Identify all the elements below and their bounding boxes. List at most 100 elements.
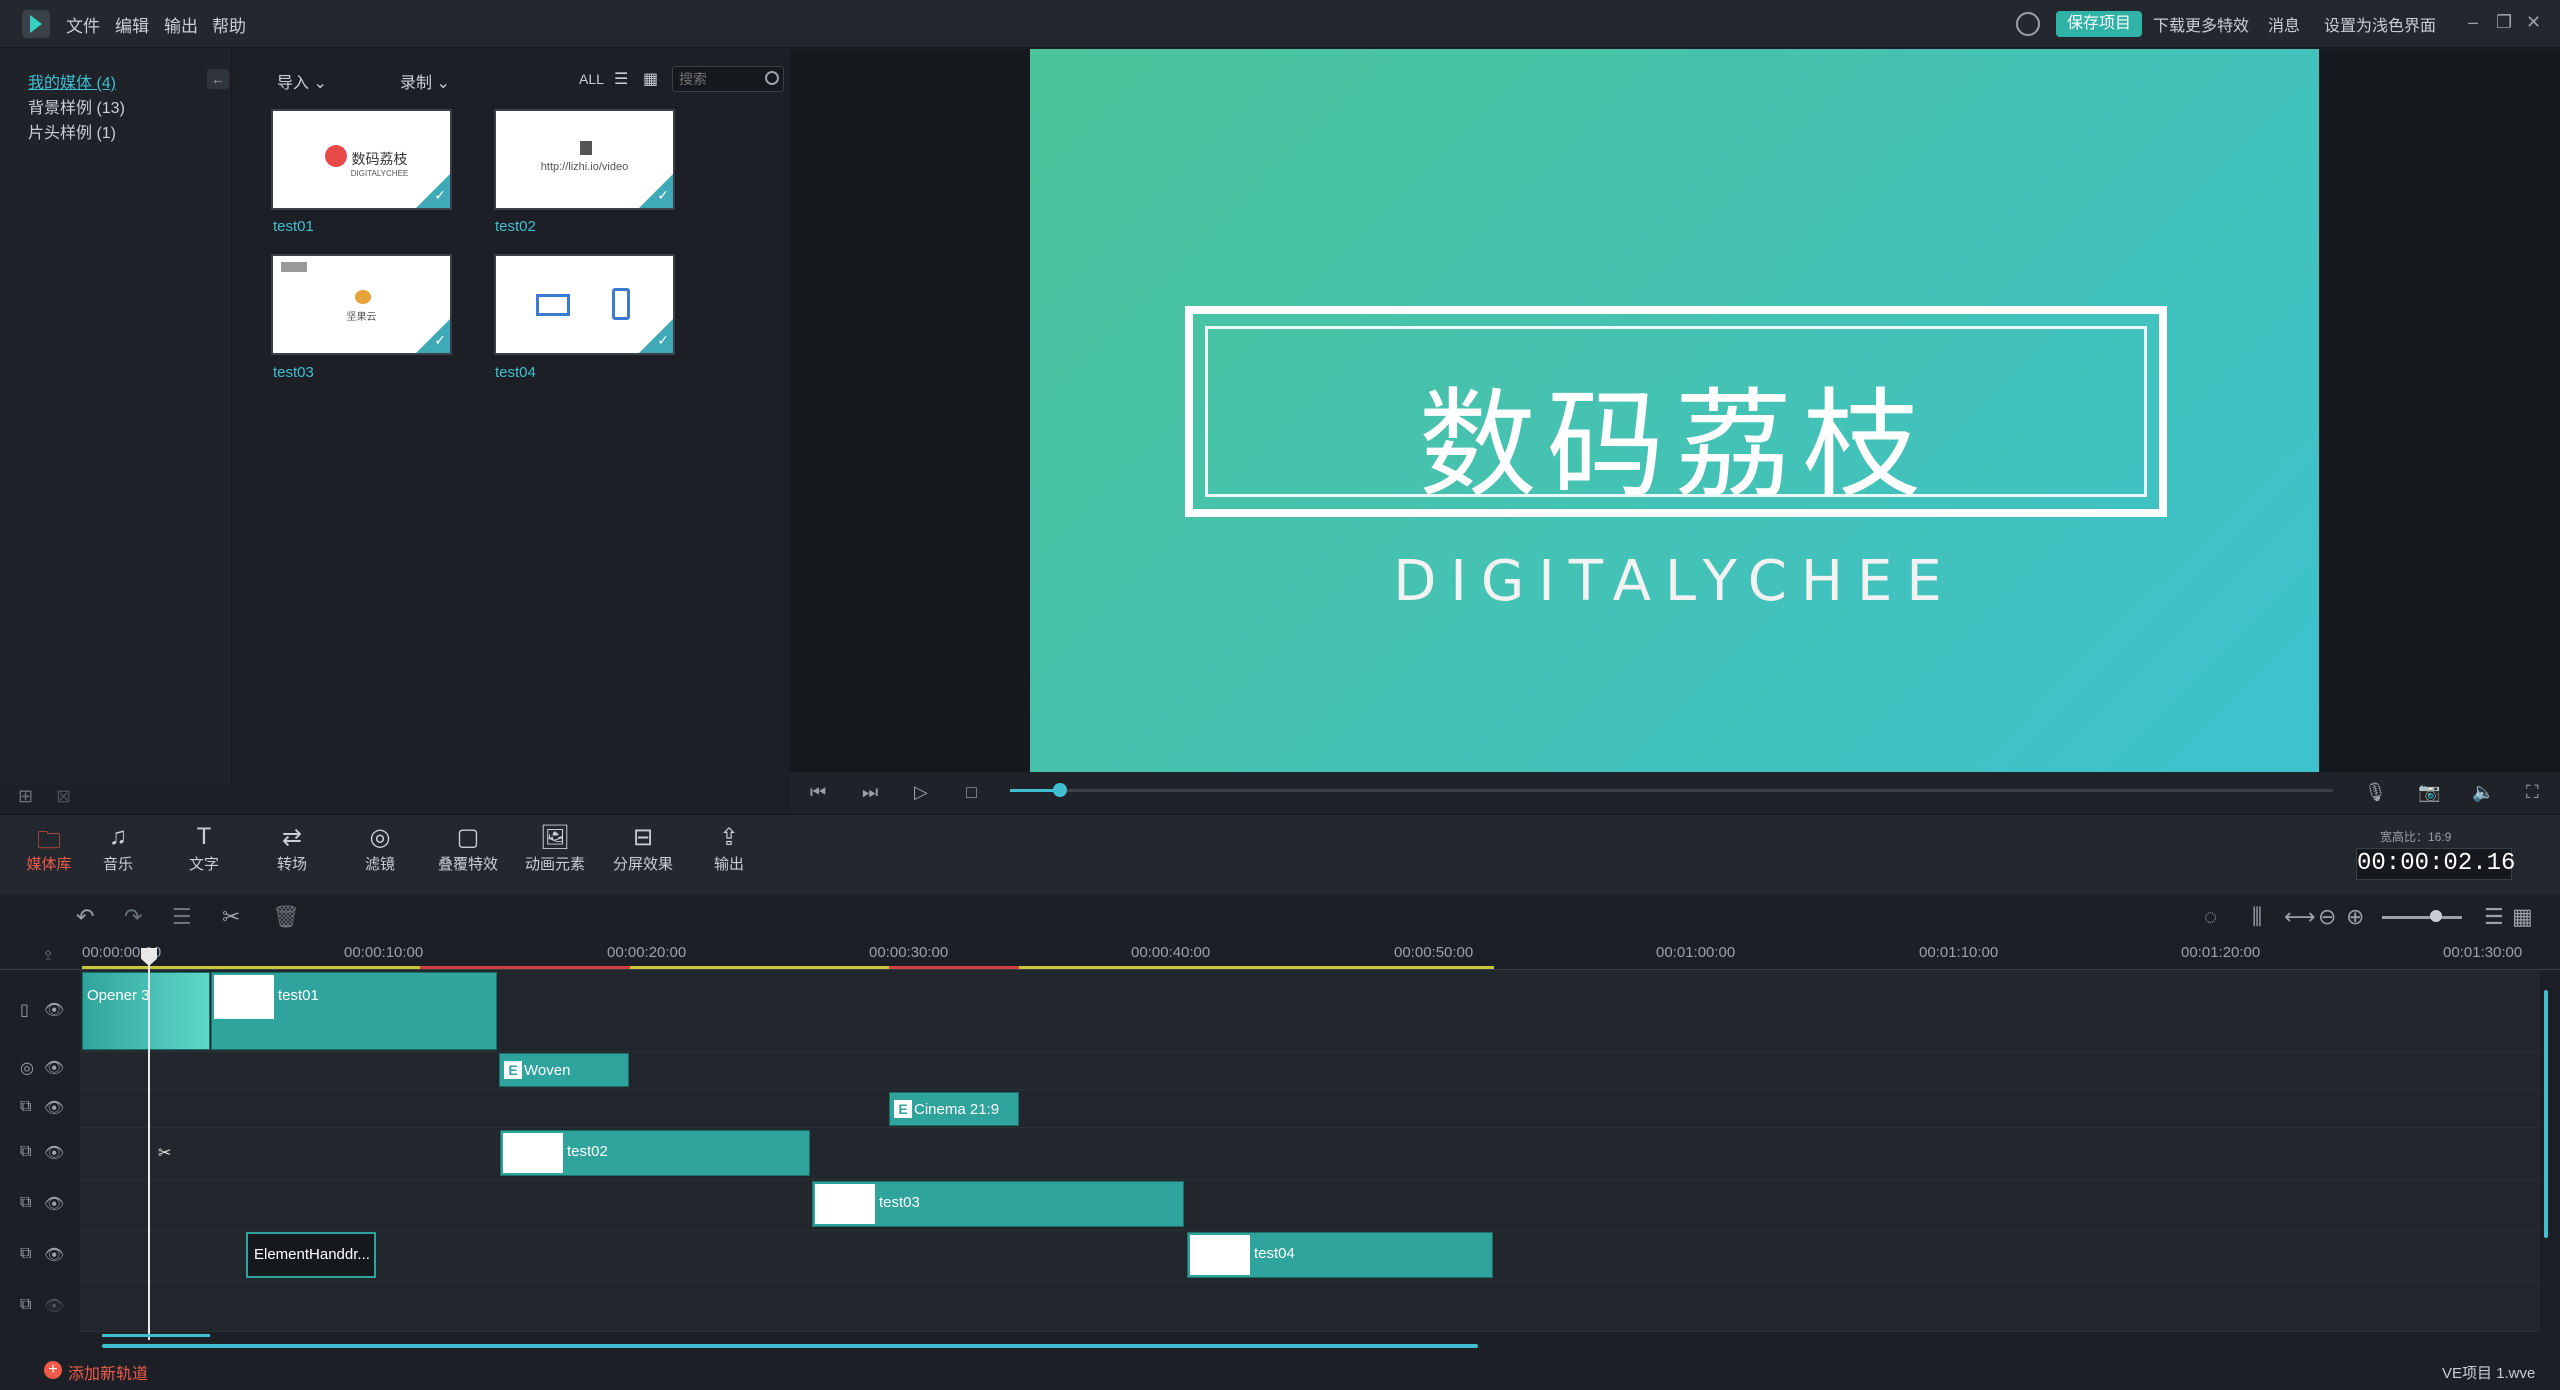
save-project-button[interactable]: 保存项目 [2056,11,2142,37]
minimize-icon[interactable]: – [2468,12,2478,33]
menu-help[interactable]: 帮助 [212,12,246,37]
zoom-slider-handle[interactable] [2430,910,2442,922]
speed-icon[interactable]: ◌ [2204,904,2217,930]
tool-label: 滤镜 [364,856,395,873]
media-thumb-test03[interactable]: 坚果云 ✓ [271,254,452,355]
tab-transition[interactable]: ⇄ 转场 [252,823,332,874]
add-track-icon[interactable]: + [44,1361,62,1379]
menu-file[interactable]: 文件 [66,12,100,37]
clip-test03[interactable]: test03 [812,1181,1184,1227]
list-view-icon[interactable]: ☰ [614,69,628,89]
eye-icon[interactable]: 👁 [44,1143,64,1163]
zoom-out-icon[interactable]: ⊖ [2318,904,2336,930]
project-name: VE项目 1.wve [2442,1365,2536,1382]
timeline-vertical-scrollbar[interactable] [2544,990,2548,1238]
messages-link[interactable]: 消息 [2268,12,2300,36]
tool-label: 分屏效果 [612,856,673,873]
media-thumb-test02[interactable]: http://lizhi.io/video ✓ [494,109,675,210]
user-account-icon[interactable] [2016,12,2040,36]
microphone-icon[interactable]: 🎙 [2364,782,2387,803]
file-icon [580,141,592,155]
grid-layout-icon[interactable]: ▦ [2512,904,2533,930]
filter-icon: ◎ [369,824,391,851]
undo-icon[interactable]: ↶ [76,904,94,930]
cut-icon[interactable]: ✂ [222,904,240,930]
eye-icon[interactable]: 👁 [44,1194,64,1214]
tree-item-my-media[interactable]: 我的媒体 (4) [28,69,116,93]
light-theme-link[interactable]: 设置为浅色界面 [2324,12,2436,36]
tab-overlay[interactable]: ▢ 叠覆特效 [428,823,508,874]
zoom-slider-track[interactable] [2382,916,2462,919]
menu-edit[interactable]: 编辑 [115,12,149,37]
clip-woven[interactable]: E Woven [499,1053,629,1087]
zoom-in-icon[interactable]: ⊕ [2346,904,2364,930]
collapse-panel-button[interactable]: ← [207,69,229,89]
snap-icon[interactable]: ⍚ [44,944,54,962]
tab-music[interactable]: ♫ 音乐 [78,823,158,874]
scissors-icon[interactable]: ✂ [158,1143,171,1163]
media-label-test03: test03 [273,364,314,381]
playhead-line[interactable] [148,950,150,1340]
media-thumb-test01[interactable]: 数码荔枝 DIGITALYCHEE ✓ [271,109,452,210]
clip-test02[interactable]: test02 [500,1130,810,1176]
media-search[interactable] [672,66,784,92]
clip-element[interactable]: ElementHanddr... [246,1232,376,1278]
tree-item-backgrounds[interactable]: 背景样例 (13) [28,94,125,118]
close-icon[interactable]: ✕ [2526,12,2541,33]
import-dropdown[interactable]: 导入 ⌄ [277,69,327,93]
add-folder-icon[interactable]: ⊞ [18,786,33,807]
delete-icon[interactable]: 🗑 [272,904,300,930]
checkmark-icon: ✓ [657,332,669,348]
filter-all-button[interactable]: ALL [579,71,604,87]
tab-element[interactable]: 🖼 动画元素 [515,823,595,874]
remove-folder-icon[interactable]: ⊠ [56,786,71,807]
eye-icon[interactable]: 👁 [44,1000,64,1020]
download-effects-link[interactable]: 下载更多特效 [2153,12,2249,36]
list-layout-icon[interactable]: ☰ [2484,904,2504,930]
eye-icon[interactable]: 👁 [44,1296,64,1316]
fit-timeline-icon[interactable]: ⟷ [2284,904,2316,930]
properties-icon[interactable]: ☰ [172,904,192,930]
playback-progress-handle[interactable] [1053,783,1067,797]
tree-item-openers[interactable]: 片头样例 (1) [28,119,116,143]
tab-splitscreen[interactable]: ⊟ 分屏效果 [603,823,683,874]
media-thumb-test04[interactable]: ✓ [494,254,675,355]
media-label-test02: test02 [495,218,536,235]
search-input[interactable] [673,67,757,91]
nutstore-logo-icon [355,290,371,304]
clip-label: test01 [278,987,319,1004]
playback-progress-track[interactable] [1010,789,2333,792]
next-frame-icon[interactable]: ⏭ [862,782,878,803]
redo-icon[interactable]: ↷ [124,904,142,930]
eye-icon[interactable]: 👁 [44,1058,64,1078]
restore-icon[interactable]: ❐ [2496,12,2512,33]
clip-opener[interactable]: Opener 3 [82,972,210,1050]
eye-icon[interactable]: 👁 [44,1098,64,1118]
clip-test01[interactable]: test01 [211,972,497,1050]
clip-label: test03 [879,1194,920,1211]
tool-label: 文字 [188,856,219,873]
tab-export[interactable]: ⇪ 输出 [689,823,769,874]
tab-filter[interactable]: ◎ 滤镜 [340,823,420,874]
volume-icon[interactable]: 🔈 [2472,782,2494,803]
search-icon[interactable] [765,71,779,85]
clip-test04[interactable]: test04 [1187,1232,1493,1278]
preview-canvas[interactable]: 数码荔枝 DIGITALYCHEE [1030,49,2319,772]
eye-icon[interactable]: 👁 [44,1245,64,1265]
tab-media[interactable]: 🗀 媒体库 [9,823,89,874]
timeline-horizontal-scrollbar[interactable] [102,1344,1478,1348]
app-logo-icon [22,10,50,38]
grid-view-icon[interactable]: ▦ [643,69,658,89]
timeline-mini-scroll[interactable] [102,1334,210,1337]
add-track-button[interactable]: 添加新轨道 [68,1360,148,1384]
record-dropdown[interactable]: 录制 ⌄ [400,69,450,93]
audio-mixer-icon[interactable]: ⫼ [2252,904,2262,930]
snapshot-icon[interactable]: 📷 [2418,782,2440,803]
fullscreen-icon[interactable]: ⛶ [2526,782,2539,803]
clip-cinema[interactable]: E Cinema 21:9 [889,1092,1019,1126]
play-icon[interactable]: ▷ [914,782,928,803]
menu-export[interactable]: 输出 [164,12,198,37]
stop-icon[interactable]: □ [966,782,977,803]
tab-text[interactable]: T 文字 [164,823,244,874]
prev-frame-icon[interactable]: ⏮ [810,782,826,803]
